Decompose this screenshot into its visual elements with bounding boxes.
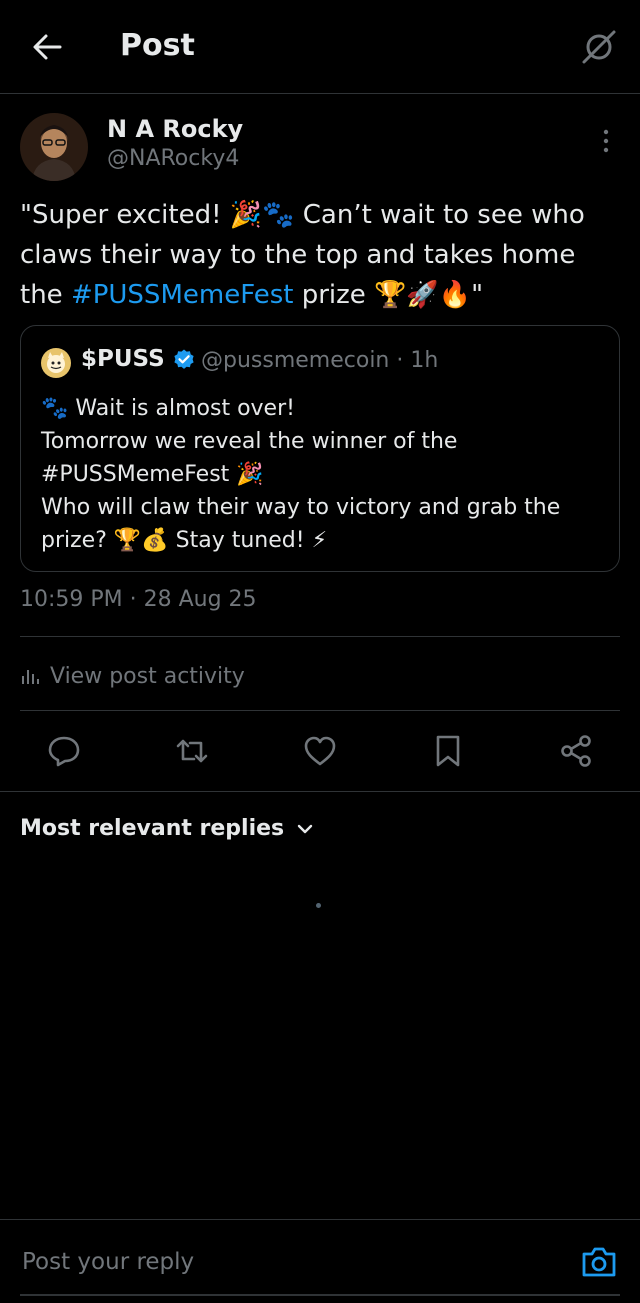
chevron-down-icon [297, 824, 313, 833]
hashtag-link[interactable]: #PUSSMemeFest [71, 280, 294, 310]
arrow-left-icon[interactable] [30, 30, 64, 64]
more-vertical-icon[interactable] [596, 126, 616, 156]
top-app-bar: Post [0, 0, 640, 94]
heart-icon [304, 736, 336, 766]
repost-button[interactable] [174, 733, 210, 769]
repost-icon [176, 739, 208, 763]
share-icon [561, 735, 591, 767]
cat-logo-icon [47, 352, 65, 373]
post-timestamp: 10:59 PM · 28 Aug 25 [20, 587, 257, 612]
like-button[interactable] [302, 733, 338, 769]
quoted-text-line: prize? 🏆💰 Stay tuned! ⚡ [41, 528, 328, 553]
post-text-line: the #PUSSMemeFest prize 🏆🚀🔥" [20, 275, 625, 315]
camera-icon[interactable] [580, 1244, 618, 1280]
quoted-text-line: 🐾 Wait is almost over! [41, 396, 295, 421]
view-post-activity-link[interactable]: View post activity [20, 660, 245, 692]
quoted-text-line: Tomorrow we reveal the winner of the [41, 429, 458, 454]
author-name[interactable]: N A Rocky [107, 115, 243, 143]
post-text: "Super excited! 🎉🐾 Can’t wait to see who… [20, 195, 625, 315]
author-avatar[interactable] [20, 113, 88, 181]
reply-button[interactable] [46, 733, 82, 769]
grok-icon[interactable] [580, 28, 618, 66]
replies-sort-label: Most relevant replies [20, 816, 285, 841]
post-text-line: "Super excited! 🎉🐾 Can’t wait to see who [20, 200, 585, 230]
quoted-author-handle: @pussmemecoin · 1h [201, 348, 439, 373]
quoted-post-card[interactable]: $PUSS @pussmemecoin · 1h 🐾 Wait is almos… [20, 325, 620, 572]
divider [20, 710, 620, 711]
page-title: Post [120, 28, 195, 63]
divider [0, 791, 640, 792]
bar-chart-icon [22, 670, 39, 684]
quoted-author-avatar [41, 348, 71, 378]
reply-input[interactable] [20, 1242, 540, 1282]
quoted-text-line: Who will claw their way to victory and g… [41, 495, 561, 520]
activity-label: View post activity [50, 663, 245, 689]
quoted-post-text: 🐾 Wait is almost over! Tomorrow we revea… [41, 392, 611, 557]
author-handle[interactable]: @NARocky4 [107, 146, 239, 171]
bookmark-button[interactable] [430, 733, 466, 769]
replies-sort-dropdown[interactable]: Most relevant replies [20, 816, 316, 841]
post-text-line: claws their way to the top and takes hom… [20, 240, 576, 270]
reply-composer [0, 1219, 640, 1303]
avatar-image [32, 125, 76, 181]
quoted-author-name: $PUSS [81, 346, 165, 372]
post-text-segment: prize 🏆🚀🔥" [293, 280, 484, 310]
verified-badge-icon [174, 349, 194, 369]
post-detail-screen: Post N A Rocky @NARocky4 "Super excited!… [0, 0, 640, 1303]
input-underline [20, 1294, 620, 1296]
divider [20, 636, 620, 637]
post-text-segment: the [20, 280, 71, 310]
loading-indicator [316, 903, 321, 908]
share-button[interactable] [558, 733, 594, 769]
bookmark-icon [436, 735, 460, 767]
reply-icon [48, 736, 80, 767]
quoted-text-line: #PUSSMemeFest 🎉 [41, 462, 264, 487]
